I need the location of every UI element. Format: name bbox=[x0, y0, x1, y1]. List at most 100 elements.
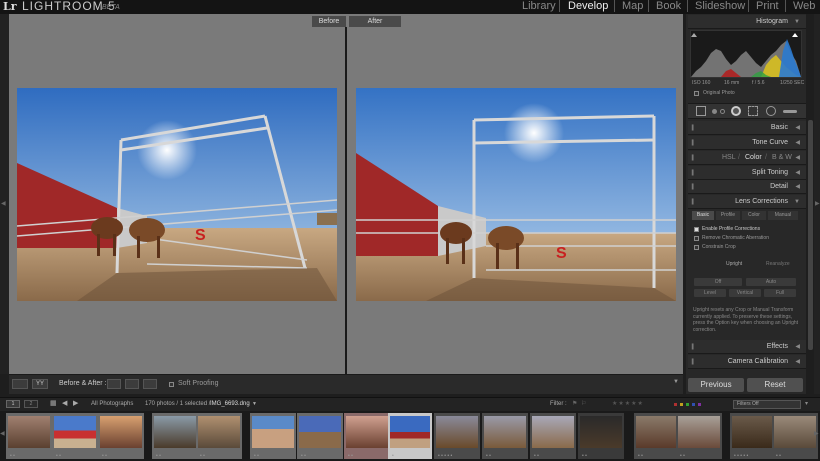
expand-left-panel-icon[interactable]: ◀ bbox=[1, 200, 6, 207]
module-print[interactable]: Print bbox=[756, 0, 779, 13]
module-book[interactable]: Book bbox=[656, 0, 681, 13]
svg-text:S: S bbox=[195, 227, 206, 244]
effects-panel-header[interactable]: ▐ Effects ◀ bbox=[688, 340, 806, 354]
filmstrip-thumbnail[interactable]: • • bbox=[250, 413, 296, 459]
filmstrip-collapse-icon[interactable]: ▾ bbox=[805, 397, 808, 411]
upright-off-button[interactable]: Off bbox=[694, 278, 742, 286]
filmstrip-thumbnail[interactable]: • • bbox=[634, 413, 680, 459]
flag-filter-icons[interactable]: ⚑ ⚐ bbox=[572, 397, 587, 411]
loupe-view-button[interactable] bbox=[12, 379, 28, 389]
filmstrip-thumbnail[interactable]: • • bbox=[52, 413, 98, 459]
right-panel-scroll-thumb[interactable] bbox=[808, 120, 813, 350]
hist-iso: ISO 160 bbox=[692, 80, 711, 86]
reanalyze-button[interactable]: Reanalyze bbox=[766, 260, 790, 268]
left-panel-collapsed[interactable] bbox=[0, 14, 9, 374]
toolbar-menu-chevron-icon[interactable]: ▼ bbox=[673, 379, 679, 385]
lens-corrections-panel-header[interactable]: ▐ Lens Corrections ▼ bbox=[688, 195, 806, 209]
filmstrip-thumbnail[interactable]: • • bbox=[98, 413, 144, 459]
hsl-separator: / bbox=[738, 154, 740, 161]
thumbnail-rating: • • bbox=[10, 453, 15, 459]
graduated-filter-icon[interactable] bbox=[748, 106, 758, 116]
filmstrip-thumbnail[interactable]: • • • • • bbox=[434, 413, 480, 459]
expand-triangle-icon: ◀ bbox=[795, 155, 800, 161]
collapse-right-panel-icon[interactable]: ▶ bbox=[815, 200, 820, 207]
filmstrip-thumbnail[interactable]: • • bbox=[578, 413, 624, 459]
enable-profile-corrections-checkbox[interactable] bbox=[694, 227, 699, 232]
after-photo[interactable]: S bbox=[356, 88, 676, 301]
filmstrip-thumbnail[interactable]: • • bbox=[152, 413, 198, 459]
bw-tab[interactable]: B & W bbox=[772, 151, 792, 165]
filmstrip-thumbnail[interactable]: • • bbox=[530, 413, 576, 459]
constrain-crop-checkbox[interactable] bbox=[694, 245, 699, 250]
filmstrip-thumbnail[interactable]: • • bbox=[344, 413, 390, 459]
thumbnail-image bbox=[774, 416, 816, 448]
lens-tab-profile[interactable]: Profile bbox=[716, 211, 740, 220]
spot-removal-circle-icon[interactable] bbox=[720, 109, 725, 114]
camera-calibration-panel-header[interactable]: ▐ Camera Calibration ◀ bbox=[688, 355, 806, 369]
filmstrip-thumbnail[interactable]: • • • • • bbox=[730, 413, 776, 459]
upright-full-button[interactable]: Full bbox=[764, 289, 796, 297]
spot-removal-icon[interactable] bbox=[712, 109, 717, 114]
radial-filter-icon[interactable] bbox=[766, 106, 776, 116]
color-filter-yellow[interactable] bbox=[680, 403, 683, 406]
back-arrow-icon[interactable]: ◀ bbox=[62, 397, 67, 411]
window-1-button[interactable]: 1 bbox=[6, 400, 20, 408]
module-map[interactable]: Map bbox=[622, 0, 643, 13]
adjustment-brush-icon[interactable] bbox=[783, 110, 797, 113]
before-photo[interactable]: S bbox=[17, 88, 337, 301]
upright-level-button[interactable]: Level bbox=[694, 289, 726, 297]
filmstrip-source[interactable]: All Photographs bbox=[91, 397, 133, 411]
filmstrip-thumbnail-selected[interactable]: • bbox=[388, 413, 432, 459]
filmstrip-thumbnail[interactable]: • • bbox=[196, 413, 242, 459]
panel-switch-icon: ▐ bbox=[690, 184, 694, 190]
window-2-button[interactable]: 2 bbox=[24, 400, 38, 408]
filmstrip-thumbnail[interactable]: • • bbox=[772, 413, 818, 459]
soft-proofing-checkbox[interactable] bbox=[169, 382, 174, 387]
split-toning-panel-header[interactable]: ▐ Split Toning ◀ bbox=[688, 166, 806, 180]
filename-dropdown-icon[interactable]: ▼ bbox=[252, 397, 257, 411]
original-photo-checkbox[interactable] bbox=[694, 91, 699, 96]
upright-auto-button[interactable]: Auto bbox=[746, 278, 796, 286]
filmstrip-thumbnail[interactable]: • • bbox=[482, 413, 528, 459]
lens-tab-manual[interactable]: Manual bbox=[768, 211, 798, 220]
detail-panel-header[interactable]: ▐ Detail ◀ bbox=[688, 180, 806, 194]
star-rating-filter[interactable]: ★★★★★ bbox=[612, 397, 644, 411]
tone-curve-panel-header[interactable]: ▐ Tone Curve ◀ bbox=[688, 136, 806, 150]
remove-chromatic-aberration-checkbox[interactable] bbox=[694, 236, 699, 241]
filmstrip-left-icon[interactable]: ◀ bbox=[0, 430, 5, 437]
grid-view-icon[interactable]: ▦ bbox=[50, 397, 57, 411]
previous-button[interactable]: Previous bbox=[688, 378, 744, 392]
filmstrip-thumbnail[interactable]: • • bbox=[6, 413, 52, 459]
histogram-header[interactable]: Histogram ▼ bbox=[688, 15, 806, 29]
module-library[interactable]: Library bbox=[522, 0, 556, 13]
color-filter-red[interactable] bbox=[674, 403, 677, 406]
filmstrip-thumbnail[interactable]: • • bbox=[676, 413, 722, 459]
copy-after-to-before-button[interactable] bbox=[125, 379, 139, 389]
color-tab[interactable]: Color bbox=[745, 151, 762, 165]
expand-triangle-icon: ◀ bbox=[795, 140, 800, 146]
module-web[interactable]: Web bbox=[793, 0, 815, 13]
filmstrip-thumbnail[interactable]: • • bbox=[297, 413, 343, 459]
swap-before-after-button[interactable] bbox=[143, 379, 157, 389]
color-filter-green[interactable] bbox=[686, 403, 689, 406]
reset-button[interactable]: Reset bbox=[747, 378, 803, 392]
lens-tab-basic[interactable]: Basic bbox=[692, 211, 714, 220]
filmstrip-filename[interactable]: IMG_6693.dng bbox=[210, 397, 250, 411]
expand-triangle-icon: ◀ bbox=[795, 170, 800, 176]
module-slideshow[interactable]: Slideshow bbox=[695, 0, 745, 13]
lens-tab-color[interactable]: Color bbox=[742, 211, 766, 220]
color-filter-purple[interactable] bbox=[698, 403, 701, 406]
hsl-panel-header[interactable]: ▐ HSL / Color / B & W ◀ bbox=[688, 151, 806, 165]
color-filter-blue[interactable] bbox=[692, 403, 695, 406]
before-after-mode-button[interactable]: YY bbox=[32, 379, 48, 389]
copy-before-to-after-button[interactable] bbox=[107, 379, 121, 389]
basic-panel-header[interactable]: ▐ Basic ◀ bbox=[688, 121, 806, 135]
crop-tool-icon[interactable] bbox=[696, 106, 706, 116]
upright-vertical-button[interactable]: Vertical bbox=[729, 289, 761, 297]
filters-off-dropdown[interactable]: Filters Off bbox=[733, 400, 801, 409]
filmstrip-right-icon[interactable]: ▶ bbox=[814, 430, 819, 437]
red-eye-icon[interactable] bbox=[731, 106, 741, 116]
hsl-tab[interactable]: HSL bbox=[722, 151, 736, 165]
forward-arrow-icon[interactable]: ▶ bbox=[73, 397, 78, 411]
module-develop[interactable]: Develop bbox=[568, 0, 608, 13]
